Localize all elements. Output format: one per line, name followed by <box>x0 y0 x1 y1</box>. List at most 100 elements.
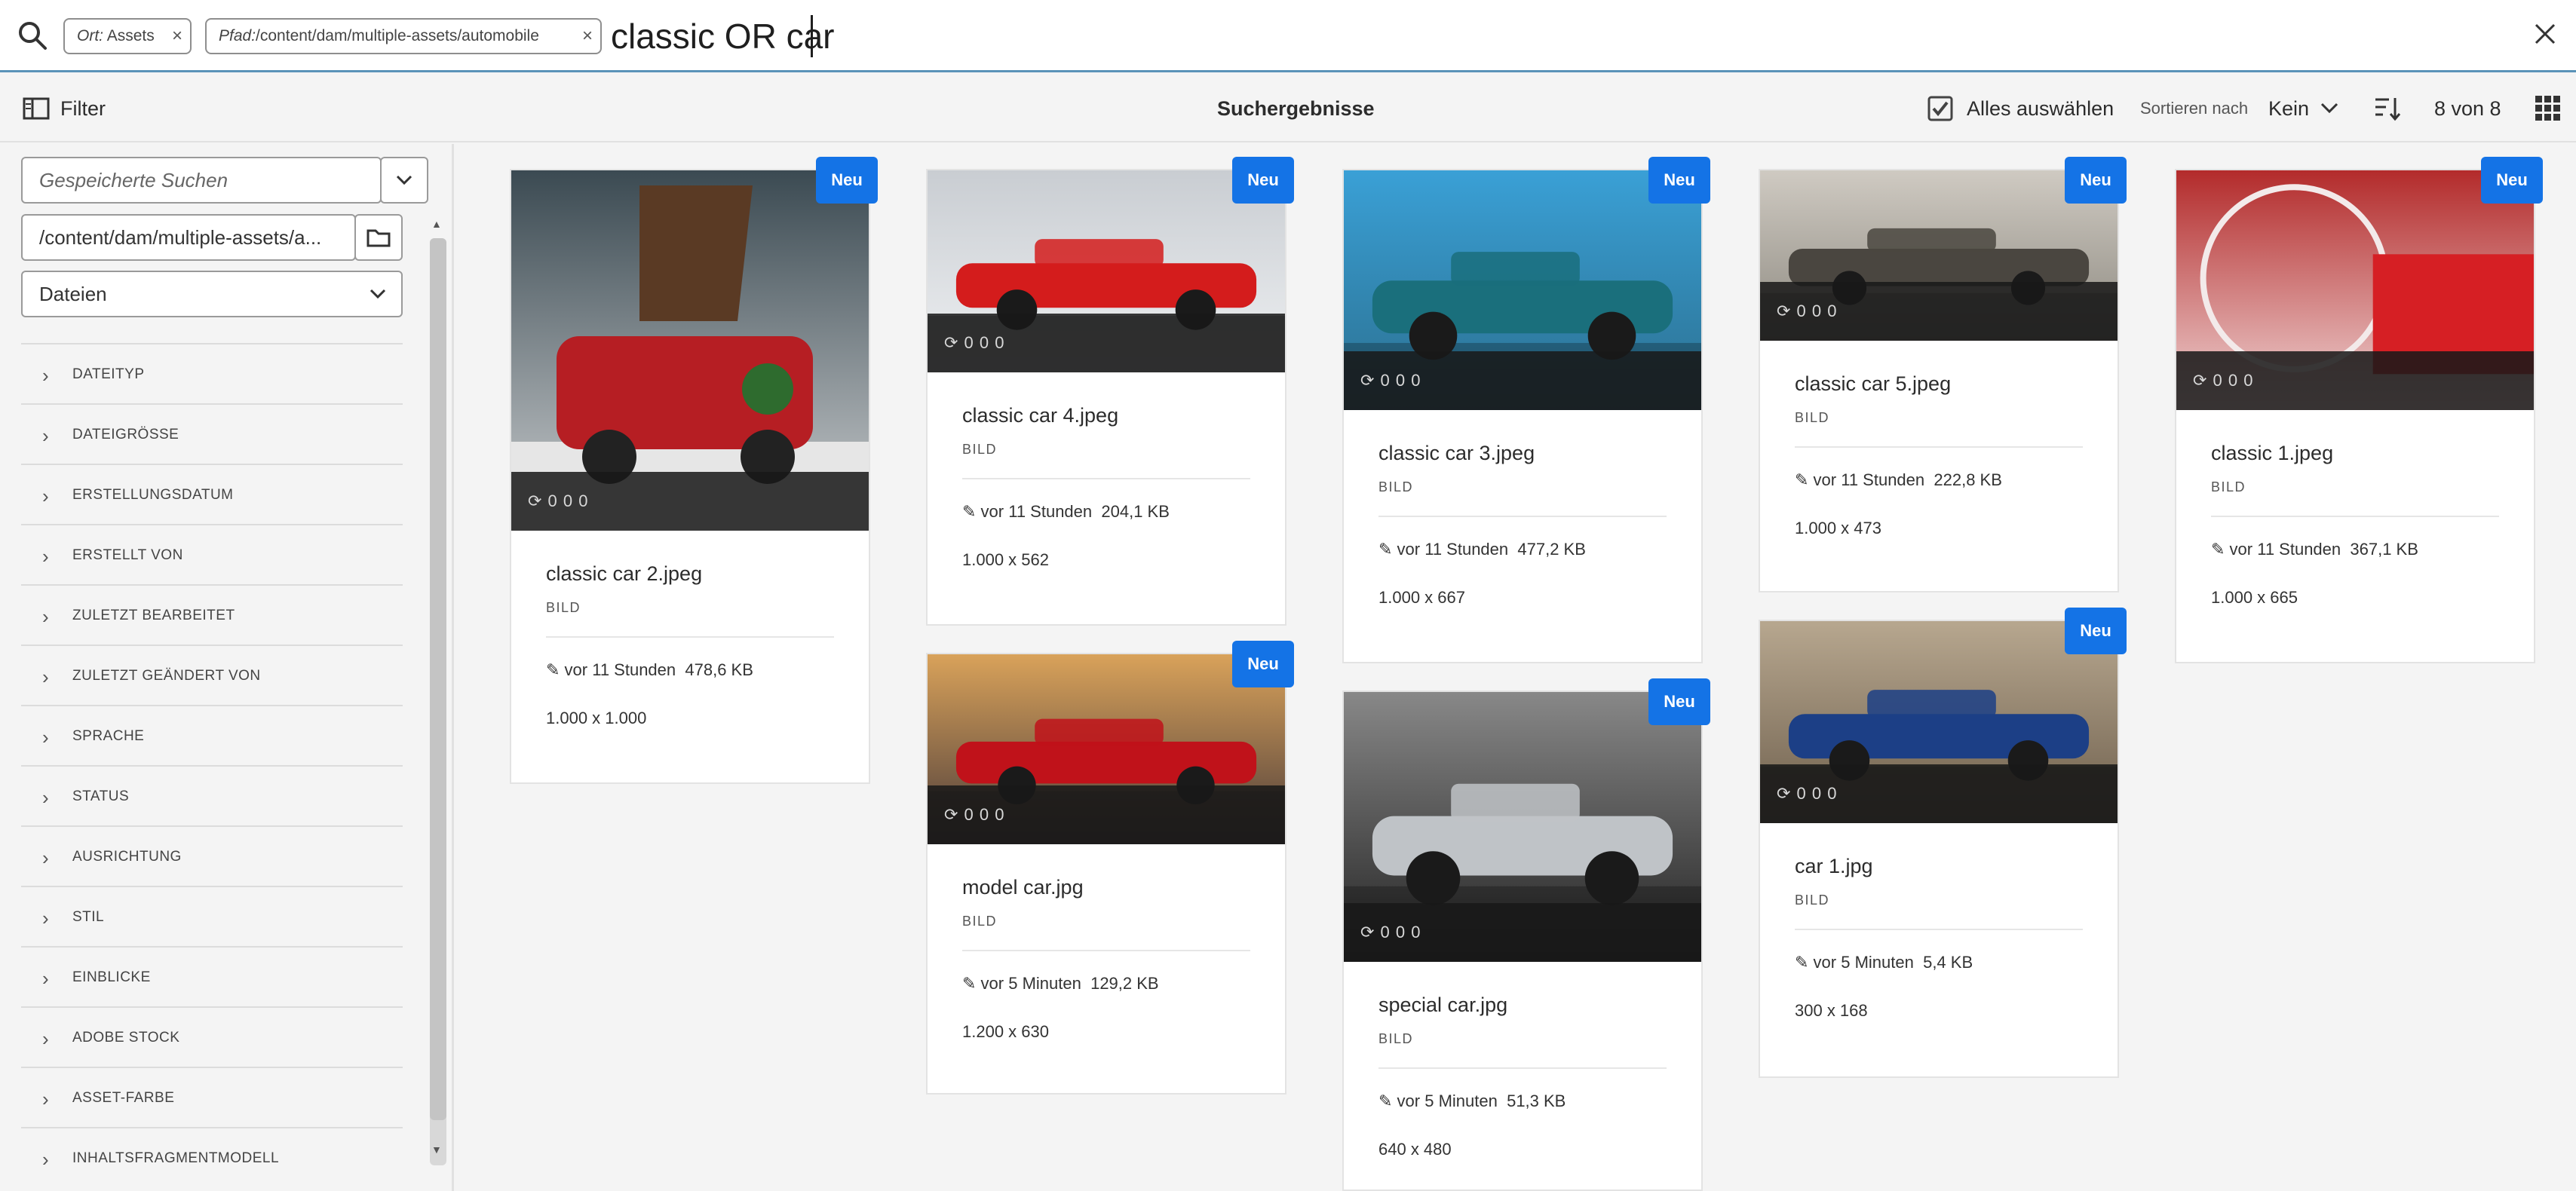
facet-label: DATEIGRÖSSE <box>72 427 179 442</box>
card-stats-bar: ⟳ 0 0 0 <box>1760 282 2118 341</box>
stats-values: 0 0 0 <box>2213 371 2254 390</box>
asset-card[interactable]: ⟳ 0 0 0 Neu classic car 5.jpeg BILD ✎ vor 11… <box>1759 157 2127 592</box>
asset-name[interactable]: classic car 4.jpeg <box>962 404 1118 427</box>
facet-item[interactable]: › AUSRICHTUNG <box>21 825 403 886</box>
facet-label: STATUS <box>72 788 130 804</box>
path-chip-value: /content/dam/multiple-assets/automobile <box>256 27 539 44</box>
rail-scrollbar-thumb[interactable] <box>430 238 446 1120</box>
path-field[interactable]: /content/dam/multiple-assets/a... <box>21 214 356 261</box>
facet-item[interactable]: › STATUS <box>21 765 403 825</box>
stats-values: 0 0 0 <box>964 333 1005 352</box>
browse-folder-button[interactable] <box>354 214 403 261</box>
new-badge: Neu <box>816 157 878 204</box>
modified-time: vor 11 Stunden <box>980 502 1093 521</box>
asset-card[interactable]: ⟳ 0 0 0 Neu model car.jpg BILD ✎ vor 5 Minut… <box>926 641 1294 1095</box>
filter-rail-icon[interactable] <box>23 97 50 120</box>
saved-searches-dropdown-button[interactable] <box>380 157 428 204</box>
facet-item[interactable]: › INHALTSFRAGMENTMODELL <box>21 1127 403 1187</box>
facet-item[interactable]: › DATEIGRÖSSE <box>21 403 403 464</box>
asset-dimensions: 1.200 x 630 <box>962 1022 1049 1041</box>
facet-label: ADOBE STOCK <box>72 1030 180 1046</box>
path-chip[interactable]: Pfad:/content/dam/multiple-assets/automo… <box>205 18 602 54</box>
chevron-up-icon[interactable]: ▲ <box>431 218 442 230</box>
pencil-icon: ✎ <box>1795 470 1814 489</box>
asset-name[interactable]: model car.jpg <box>962 876 1084 899</box>
stats-icons: ⟳ <box>2193 371 2213 390</box>
chevron-right-icon: › <box>42 424 49 447</box>
search-icon[interactable] <box>17 20 48 51</box>
select-all-checkbox-icon[interactable] <box>1927 96 1953 121</box>
asset-name[interactable]: special car.jpg <box>1378 994 1507 1017</box>
page-title: Suchergebnisse <box>1217 97 1375 120</box>
pencil-icon: ✎ <box>1378 540 1397 559</box>
asset-card[interactable]: ⟳ 0 0 0 Neu classic car 4.jpeg BILD ✎ vor 11… <box>926 157 1294 626</box>
stats-values: 0 0 0 <box>964 805 1005 824</box>
asset-dimensions: 1.000 x 667 <box>1378 588 1465 607</box>
card-divider <box>546 636 834 638</box>
card-stats-bar: ⟳ 0 0 0 <box>511 472 869 531</box>
asset-name[interactable]: classic car 3.jpeg <box>1378 442 1535 465</box>
close-icon[interactable] <box>2534 23 2556 45</box>
location-chip-label: Ort: <box>77 27 103 44</box>
asset-type-dropdown[interactable]: Dateien <box>21 271 403 317</box>
asset-dimensions: 1.000 x 562 <box>962 550 1049 569</box>
file-size: 222,8 KB <box>1934 470 2002 489</box>
asset-name[interactable]: classic car 2.jpeg <box>546 562 702 586</box>
facet-item[interactable]: › DATEITYP <box>21 343 403 403</box>
asset-name[interactable]: classic car 5.jpeg <box>1795 372 1951 396</box>
file-size: 5,4 KB <box>1923 953 1973 972</box>
chevron-right-icon: › <box>42 364 49 387</box>
facet-label: ERSTELLUNGSDATUM <box>72 487 234 503</box>
facet-item[interactable]: › ADOBE STOCK <box>21 1006 403 1067</box>
chevron-down-icon[interactable]: ▼ <box>431 1144 442 1156</box>
new-badge: Neu <box>2065 608 2127 654</box>
card-divider <box>1378 516 1667 517</box>
chevron-down-icon[interactable] <box>2320 100 2339 115</box>
asset-card[interactable]: ⟳ 0 0 0 Neu classic car 3.jpeg BILD ✎ vor 11… <box>1342 157 1710 663</box>
chevron-right-icon: › <box>42 545 49 568</box>
remove-location-chip-icon[interactable]: × <box>172 20 182 53</box>
asset-type: BILD <box>962 442 998 457</box>
modified-time: vor 5 Minuten <box>1397 1091 1498 1110</box>
file-size: 129,2 KB <box>1090 974 1159 993</box>
new-badge: Neu <box>1648 678 1710 725</box>
select-all-label[interactable]: Alles auswählen <box>1967 75 2114 142</box>
sort-direction-icon[interactable] <box>2374 96 2401 121</box>
asset-card[interactable]: ⟳ 0 0 0 Neu classic 1.jpeg BILD ✎ vor 11 Stu… <box>2175 157 2543 663</box>
filter-toggle[interactable]: Filter <box>60 75 106 142</box>
grid-view-icon[interactable] <box>2535 96 2561 121</box>
modified-time: vor 11 Stunden <box>564 660 676 679</box>
search-input[interactable]: classic OR car <box>611 14 834 59</box>
asset-name[interactable]: classic 1.jpeg <box>2211 442 2333 465</box>
facet-item[interactable]: › ERSTELLUNGSDATUM <box>21 464 403 524</box>
asset-name[interactable]: car 1.jpg <box>1795 855 1873 878</box>
sort-dropdown[interactable]: Kein <box>2268 75 2309 142</box>
modified-time: vor 5 Minuten <box>980 974 1081 993</box>
facet-label: INHALTSFRAGMENTMODELL <box>72 1150 280 1166</box>
card-divider <box>1795 929 2083 930</box>
asset-dimensions: 1.000 x 665 <box>2211 588 2298 607</box>
facet-item[interactable]: › SPRACHE <box>21 705 403 765</box>
facet-item[interactable]: › ASSET-FARBE <box>21 1067 403 1127</box>
facet-label: ZULETZT BEARBEITET <box>72 608 235 623</box>
stats-values: 0 0 0 <box>547 491 589 510</box>
location-chip[interactable]: Ort: Assets × <box>63 18 192 54</box>
stats-icons: ⟳ <box>1777 302 1797 320</box>
remove-path-chip-icon[interactable]: × <box>582 20 593 53</box>
stats-values: 0 0 0 <box>1380 923 1421 941</box>
asset-card[interactable]: ⟳ 0 0 0 Neu car 1.jpg BILD ✎ vor 5 Minuten 5… <box>1759 608 2127 1078</box>
modified-time: vor 11 Stunden <box>1397 540 1509 559</box>
asset-meta: ✎ vor 5 Minuten 51,3 KB <box>1378 1091 1566 1111</box>
asset-card[interactable]: ⟳ 0 0 0 Neu classic car 2.jpeg BILD ✎ vor 11… <box>510 157 878 784</box>
facet-item[interactable]: › ZULETZT BEARBEITET <box>21 584 403 644</box>
chevron-down-icon <box>370 289 386 299</box>
facet-item[interactable]: › ERSTELLT VON <box>21 524 403 584</box>
saved-searches-field[interactable]: Gespeicherte Suchen <box>21 157 382 204</box>
asset-card[interactable]: ⟳ 0 0 0 Neu special car.jpg BILD ✎ vor 5 Min… <box>1342 678 1710 1191</box>
facet-item[interactable]: › ZULETZT GEÄNDERT VON <box>21 644 403 705</box>
facet-item[interactable]: › EINBLICKE <box>21 946 403 1006</box>
card-divider <box>962 478 1250 479</box>
modified-time: vor 11 Stunden <box>1813 470 1925 489</box>
chevron-right-icon: › <box>42 907 49 929</box>
facet-item[interactable]: › STIL <box>21 886 403 946</box>
